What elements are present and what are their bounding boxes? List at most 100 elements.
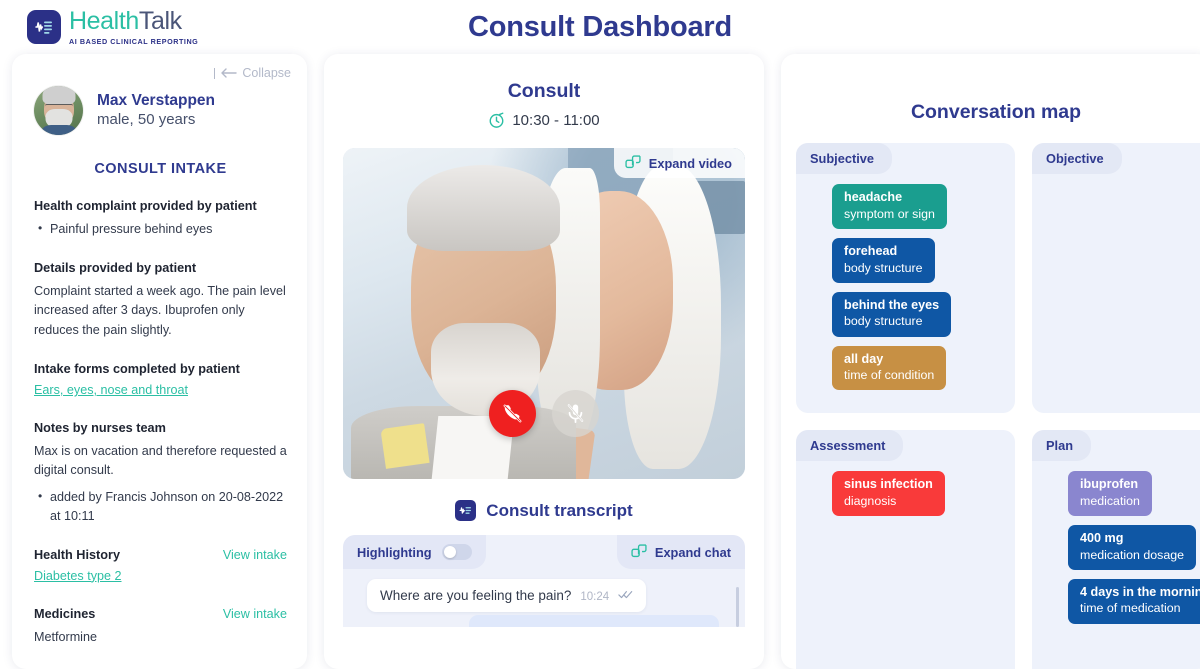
entity-term: all day [844,351,884,366]
entity-tag[interactable]: forehead body structure [832,237,935,283]
arrow-left-icon [221,68,238,78]
intake-section-notes: Notes by nurses team Max is on vacation … [34,421,287,526]
video-controls [343,390,745,437]
patient-meta: male, 50 years [97,111,196,129]
entity-tag[interactable]: all day time of condition [832,345,947,391]
conversation-map-title: Conversation map [910,101,1082,123]
view-intake-button[interactable]: View intake [223,548,287,562]
quadrant-subjective: Subjective headache symptom or sign fore… [796,143,1015,413]
healthtalk-app-icon [455,500,477,521]
section-body: Metformine [34,629,97,644]
consult-title: Consult [507,80,581,102]
entity-tag[interactable]: sinus infection diagnosis [832,471,945,516]
entity-term: behind the eyes [844,297,940,312]
dashboard-board: Collapse Max Verstappen male, 50 years C… [0,54,1200,669]
page-title: Consult Dashboard [467,11,733,43]
entity-term: sinus infection [844,477,933,491]
entity-term: forehead [844,243,898,258]
consult-panel: Consult 10:30 - 11:00 Expand video Consu… [324,54,764,669]
highlighting-label: Highlighting [357,544,432,560]
view-intake-button[interactable]: View intake [223,607,287,621]
list-item: Painful pressure behind eyes [34,219,287,239]
clock-icon [489,112,504,128]
entity-type: diagnosis [844,493,897,508]
intake-section-forms: Intake forms completed by patient Ears, … [34,362,287,399]
expand-icon [625,155,641,169]
entity-tag[interactable]: ibuprofen medication [1068,471,1152,516]
conversation-map-grid: Subjective headache symptom or sign fore… [796,143,1200,669]
expand-video-button[interactable]: Expand video [613,148,745,178]
chat-message-time: 10:24 [580,591,610,603]
quadrant-objective: Objective [1032,143,1200,413]
chat-message-partial [469,615,719,627]
expand-chat-label: Expand chat [654,544,731,560]
entity-tag[interactable]: 400 mg medication dosage [1068,524,1197,570]
section-heading: Medicines [34,606,96,621]
intake-form-link[interactable]: Ears, eyes, nose and throat [34,383,188,397]
intake-title: CONSULT INTAKE [94,161,227,177]
collapse-label: Collapse [242,66,291,80]
chat-toolbar: Highlighting Expand chat [343,535,745,569]
entity-term: ibuprofen [1080,477,1139,491]
phone-slash-icon [503,404,522,423]
expand-icon [631,544,647,558]
consult-time: 10:30 - 11:00 [512,112,600,129]
quadrant-label: Assessment [796,430,904,461]
entity-tag[interactable]: headache symptom or sign [832,184,947,229]
section-body: Max is on vacation and therefore request… [34,444,287,478]
entity-type: time of medication [1080,601,1181,616]
top-header: HealthTalk AI BASED CLINICAL REPORTING C… [0,0,1200,54]
video-call-view[interactable]: Expand video [343,148,745,479]
double-check-icon [618,591,633,599]
entity-term: 4 days in the morning [1080,584,1200,599]
consult-intake-panel: Collapse Max Verstappen male, 50 years C… [12,54,307,669]
health-history-link[interactable]: Diabetes type 2 [34,569,122,583]
section-heading: Details provided by patient [34,260,197,275]
section-heading: Health History [34,547,121,562]
quadrant-plan: Plan ibuprofen medication 400 mg medicat… [1032,430,1200,669]
entity-type: symptom or sign [844,206,935,221]
quadrant-label: Objective [1032,143,1122,174]
patient-name: Max Verstappen [97,91,216,109]
quadrant-assessment: Assessment sinus infection diagnosis [796,430,1015,669]
consult-time-row: 10:30 - 11:00 [324,112,764,129]
avatar [34,86,83,135]
intake-section-details: Details provided by patient Complaint st… [34,261,287,340]
highlighting-toggle[interactable] [441,544,472,560]
expand-video-label: Expand video [648,155,732,171]
intake-section-medicines: Medicines View intake Metformine [34,607,287,647]
highlighting-control[interactable]: Highlighting [343,535,486,569]
chat-message-text: Where are you feeling the pain? [380,588,572,603]
section-heading: Notes by nurses team [34,421,166,436]
list-item: added by Francis Johnson on 20-08-2022 a… [34,487,287,526]
section-heading: Health complaint provided by patient [34,199,257,213]
entity-type: medication [1080,493,1140,508]
entity-tag[interactable]: behind the eyes body structure [832,291,952,337]
mute-microphone-button[interactable] [552,390,599,437]
chat-scrollbar[interactable] [736,587,739,627]
microphone-slash-icon [567,404,584,423]
entity-type: medication dosage [1080,547,1185,562]
conversation-map-panel: Conversation map Subjective headache sym… [781,54,1200,669]
transcript-chat: Highlighting Expand chat Where are you f… [343,535,745,627]
end-call-button[interactable] [489,390,536,437]
intake-section-complaint: Health complaint provided by patient Pai… [34,199,287,239]
quadrant-label: Plan [1032,430,1092,461]
chat-message[interactable]: Where are you feeling the pain? 10:24 [367,579,647,612]
entity-term: 400 mg [1080,530,1124,545]
entity-type: body structure [844,260,923,275]
transcript-title: Consult transcript [486,500,633,520]
collapse-left-arrow-icon [213,67,216,79]
entity-tag[interactable]: 4 days in the morning time of medication [1068,578,1200,624]
entity-term: headache [844,190,903,204]
intake-section-health-history: Health History View intake Diabetes type… [34,548,287,585]
expand-chat-button[interactable]: Expand chat [616,535,745,569]
transcript-header: Consult transcript [324,500,764,521]
collapse-sidebar-button[interactable]: Collapse [213,66,291,80]
consult-header: Consult 10:30 - 11:00 [324,54,764,129]
entity-type: body structure [844,314,923,329]
entity-type: time of condition [844,368,935,383]
section-body: Complaint started a week ago. The pain l… [34,283,286,337]
section-heading: Intake forms completed by patient [34,362,240,377]
patient-header: Max Verstappen male, 50 years [34,86,287,135]
